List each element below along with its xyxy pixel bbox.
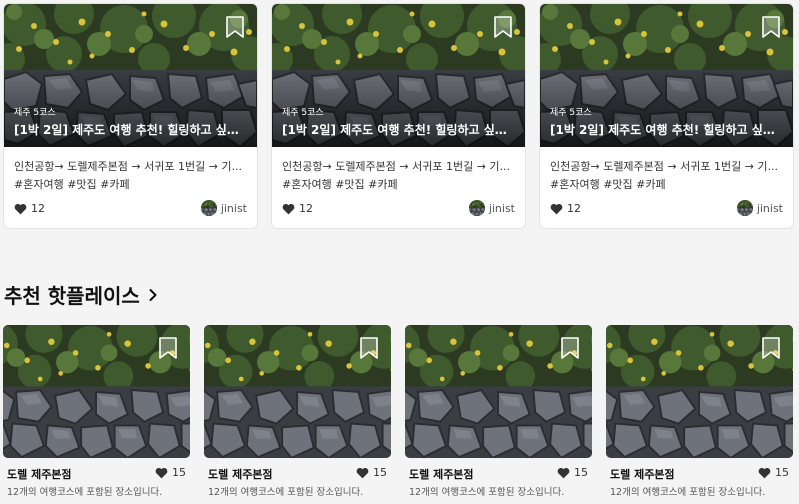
like-button[interactable]: 12 xyxy=(282,202,313,215)
heart-icon xyxy=(356,467,369,478)
like-count: 12 xyxy=(299,202,313,215)
bookmark-icon[interactable] xyxy=(158,337,178,359)
bookmark-icon[interactable] xyxy=(225,16,245,38)
course-title: [1박 2일] 제주도 여행 추천! 힐링하고 싶은 ... xyxy=(282,123,515,137)
heart-icon xyxy=(155,467,168,478)
like-count: 15 xyxy=(373,466,387,479)
like-count: 12 xyxy=(31,202,45,215)
course-card[interactable]: 제주 5코스 [1박 2일] 제주도 여행 추천! 힐링하고 싶은 ... 인천… xyxy=(3,3,258,229)
place-description: 12개의 여행코스에 포함된 장소입니다. xyxy=(409,487,565,498)
course-meta: 제주 5코스 [1박 2일] 제주도 여행 추천! 힐링하고 싶은 ... xyxy=(14,107,247,139)
place-name: 도렐 제주본점 xyxy=(7,468,72,481)
section-hot-places-link[interactable]: 추천 핫플레이스 xyxy=(4,280,158,309)
course-meta: 제주 5코스 [1박 2일] 제주도 여행 추천! 힐링하고 싶은 ... xyxy=(282,107,515,139)
like-button[interactable]: 15 xyxy=(557,466,588,479)
like-count: 15 xyxy=(172,466,186,479)
section-title: 추천 핫플레이스 xyxy=(4,284,140,308)
heart-icon xyxy=(282,203,295,214)
like-button[interactable]: 12 xyxy=(14,202,45,215)
place-card[interactable]: 도렐 제주본점 15 12개의 여행코스에 포함된 장소입니다. xyxy=(606,325,793,504)
course-route: 인천공항→ 도렐제주본점 → 서귀포 1번길 → 기... xyxy=(550,160,779,173)
bookmark-icon[interactable] xyxy=(761,16,781,38)
bookmark-icon[interactable] xyxy=(560,337,580,359)
course-title: [1박 2일] 제주도 여행 추천! 힐링하고 싶은 ... xyxy=(14,123,247,137)
heart-icon xyxy=(557,467,570,478)
course-count-label: 제주 5코스 xyxy=(282,108,324,118)
course-tags: #혼자여행 #맛집 #카페 xyxy=(282,178,398,191)
place-card[interactable]: 도렐 제주본점 15 12개의 여행코스에 포함된 장소입니다. xyxy=(3,325,190,504)
author[interactable]: jinist xyxy=(468,200,515,216)
place-card[interactable]: 도렐 제주본점 15 12개의 여행코스에 포함된 장소입니다. xyxy=(204,325,391,504)
course-count-label: 제주 5코스 xyxy=(14,108,56,118)
avatar xyxy=(200,200,217,216)
place-name: 도렐 제주본점 xyxy=(409,468,474,481)
heart-icon xyxy=(550,203,563,214)
course-route: 인천공항→ 도렐제주본점 → 서귀포 1번길 → 기... xyxy=(282,160,511,173)
author[interactable]: jinist xyxy=(736,200,783,216)
bookmark-icon[interactable] xyxy=(359,337,379,359)
like-count: 12 xyxy=(567,202,581,215)
course-tags: #혼자여행 #맛집 #카페 xyxy=(550,178,666,191)
heart-icon xyxy=(14,203,27,214)
avatar xyxy=(736,200,753,216)
course-title: [1박 2일] 제주도 여행 추천! 힐링하고 싶은 ... xyxy=(550,123,783,137)
place-name: 도렐 제주본점 xyxy=(208,468,273,481)
author-name: jinist xyxy=(220,201,247,215)
like-button[interactable]: 15 xyxy=(356,466,387,479)
like-button[interactable]: 12 xyxy=(550,202,581,215)
course-route: 인천공항→ 도렐제주본점 → 서귀포 1번길 → 기... xyxy=(14,160,243,173)
course-count-label: 제주 5코스 xyxy=(550,108,592,118)
place-name: 도렐 제주본점 xyxy=(610,468,675,481)
heart-icon xyxy=(758,467,771,478)
avatar xyxy=(468,200,485,216)
course-meta: 제주 5코스 [1박 2일] 제주도 여행 추천! 힐링하고 싶은 ... xyxy=(550,107,783,139)
place-description: 12개의 여행코스에 포함된 장소입니다. xyxy=(208,487,364,498)
author-name: jinist xyxy=(488,201,515,215)
place-description: 12개의 여행코스에 포함된 장소입니다. xyxy=(7,487,163,498)
like-button[interactable]: 15 xyxy=(758,466,789,479)
like-button[interactable]: 15 xyxy=(155,466,186,479)
place-description: 12개의 여행코스에 포함된 장소입니다. xyxy=(610,487,766,498)
chevron-right-icon xyxy=(149,288,157,301)
course-tags: #혼자여행 #맛집 #카페 xyxy=(14,178,130,191)
like-count: 15 xyxy=(574,466,588,479)
bookmark-icon[interactable] xyxy=(493,16,513,38)
place-card[interactable]: 도렐 제주본점 15 12개의 여행코스에 포함된 장소입니다. xyxy=(405,325,592,504)
course-card[interactable]: 제주 5코스 [1박 2일] 제주도 여행 추천! 힐링하고 싶은 ... 인천… xyxy=(539,3,794,229)
author[interactable]: jinist xyxy=(200,200,247,216)
course-card[interactable]: 제주 5코스 [1박 2일] 제주도 여행 추천! 힐링하고 싶은 ... 인천… xyxy=(271,3,526,229)
author-name: jinist xyxy=(756,201,783,215)
bookmark-icon[interactable] xyxy=(761,337,781,359)
like-count: 15 xyxy=(775,466,789,479)
